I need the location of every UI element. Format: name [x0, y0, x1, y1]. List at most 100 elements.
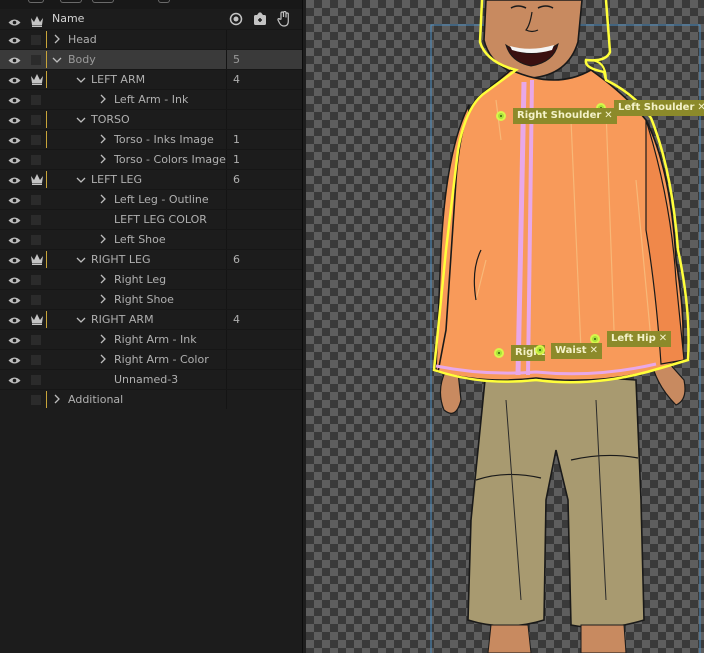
layer-row[interactable]: Unnamed-3 [0, 369, 303, 389]
crown-toggle[interactable] [31, 35, 41, 45]
layer-row[interactable]: LEFT LEG COLOR [0, 209, 303, 229]
layers-panel: Name Head Body 5 LEFT ARM 4 Left Arm - Ink TOR… [0, 0, 303, 653]
crown-icon[interactable] [30, 313, 44, 328]
puppet-stage[interactable]: Left Shoulder ✕ Right Shoulder ✕ Left Hip ✕… [306, 0, 704, 653]
layer-row[interactable]: Right Shoe [0, 289, 303, 309]
target-column-icon[interactable] [229, 11, 243, 30]
chevron-right-icon[interactable] [53, 34, 61, 47]
chevron-right-icon[interactable] [99, 294, 107, 307]
chevron-right-icon[interactable] [99, 274, 107, 287]
layer-row[interactable]: Right Arm - Ink [0, 329, 303, 349]
eye-icon[interactable] [8, 255, 21, 268]
chevron-down-icon[interactable] [76, 254, 86, 267]
eye-icon[interactable] [8, 115, 21, 128]
layer-row[interactable]: RIGHT ARM 4 [0, 309, 303, 329]
eye-icon[interactable] [8, 195, 21, 208]
layer-row[interactable]: Right Leg [0, 269, 303, 289]
eye-icon[interactable] [8, 275, 21, 288]
chevron-right-icon[interactable] [53, 394, 61, 407]
layer-row[interactable]: Left Leg - Outline [0, 189, 303, 209]
chevron-down-icon[interactable] [76, 174, 86, 187]
warp-column-icon[interactable] [253, 11, 267, 30]
layer-row[interactable]: Body 5 [0, 49, 303, 69]
chevron-right-icon[interactable] [99, 354, 107, 367]
right-shoulder-close-icon[interactable]: ✕ [604, 110, 612, 121]
layer-row[interactable]: TORSO [0, 109, 303, 129]
right-hip-handle[interactable] [494, 348, 504, 358]
eye-icon[interactable] [8, 35, 21, 48]
chevron-right-icon[interactable] [99, 194, 107, 207]
crown-toggle[interactable] [31, 135, 41, 145]
column-divider [226, 130, 227, 149]
crown-toggle[interactable] [31, 375, 41, 385]
eye-icon[interactable] [8, 175, 21, 188]
layer-row[interactable]: Torso - Inks Image 1 [0, 129, 303, 149]
layer-name: Right Arm - Color [114, 353, 209, 366]
crown-toggle[interactable] [31, 275, 41, 285]
layer-row[interactable]: Additional [0, 389, 303, 409]
chevron-right-icon[interactable] [99, 154, 107, 167]
layer-row[interactable]: RIGHT LEG 6 [0, 249, 303, 269]
crown-toggle[interactable] [31, 195, 41, 205]
eye-icon[interactable] [8, 375, 21, 388]
layer-row[interactable]: LEFT LEG 6 [0, 169, 303, 189]
chevron-right-icon[interactable] [99, 94, 107, 107]
panel-toolbar-strip [0, 0, 303, 9]
column-divider [226, 310, 227, 329]
crown-toggle[interactable] [31, 215, 41, 225]
crown-toggle[interactable] [31, 295, 41, 305]
waist-handle[interactable] [535, 345, 545, 355]
eye-icon[interactable] [8, 55, 21, 68]
group-color-bar [46, 251, 47, 268]
chevron-down-icon[interactable] [76, 314, 86, 327]
eye-icon[interactable] [8, 215, 21, 228]
crown-toggle[interactable] [31, 235, 41, 245]
crown-icon[interactable] [30, 253, 44, 268]
left-hip-handle-tag[interactable]: Left Hip ✕ [607, 331, 672, 347]
crown-toggle[interactable] [31, 355, 41, 365]
eye-icon[interactable] [8, 355, 21, 368]
left-hip-close-icon[interactable]: ✕ [659, 333, 667, 344]
eye-icon[interactable] [8, 235, 21, 248]
layer-name: Right Shoe [114, 293, 174, 306]
column-divider [226, 290, 227, 309]
chevron-down-icon[interactable] [76, 74, 86, 87]
hand-column-icon[interactable] [277, 10, 291, 31]
left-shoulder-handle-tag[interactable]: Left Shoulder ✕ [614, 100, 704, 116]
eye-icon[interactable] [8, 155, 21, 168]
eye-icon[interactable] [8, 135, 21, 148]
eye-icon[interactable] [8, 335, 21, 348]
eye-icon[interactable] [8, 75, 21, 88]
layer-row[interactable]: Head [0, 29, 303, 49]
crown-toggle[interactable] [31, 55, 41, 65]
layer-row[interactable]: Left Shoe [0, 229, 303, 249]
eye-icon[interactable] [8, 295, 21, 308]
layer-row[interactable]: Right Arm - Color [0, 349, 303, 369]
layer-row[interactable]: LEFT ARM 4 [0, 69, 303, 89]
crown-icon[interactable] [30, 173, 44, 188]
crown-toggle[interactable] [31, 395, 41, 405]
name-column-header[interactable]: Name [52, 12, 84, 25]
right-shoulder-handle-tag[interactable]: Right Shoulder ✕ [513, 108, 617, 124]
crown-toggle[interactable] [31, 155, 41, 165]
panel-divider[interactable] [302, 0, 303, 653]
right-shoulder-handle[interactable] [496, 111, 506, 121]
chevron-down-icon[interactable] [76, 114, 86, 127]
chevron-right-icon[interactable] [99, 234, 107, 247]
column-divider [226, 110, 227, 129]
layer-row[interactable]: Torso - Colors Image 1 [0, 149, 303, 169]
crown-toggle[interactable] [31, 95, 41, 105]
chevron-down-icon[interactable] [52, 54, 62, 67]
waist-close-icon[interactable]: ✕ [590, 345, 598, 356]
left-shoulder-close-icon[interactable]: ✕ [697, 102, 704, 113]
waist-handle-tag[interactable]: Waist ✕ [551, 343, 602, 359]
chevron-right-icon[interactable] [99, 334, 107, 347]
layer-row[interactable]: Left Arm - Ink [0, 89, 303, 109]
chevron-right-icon[interactable] [99, 134, 107, 147]
eye-icon[interactable] [8, 95, 21, 108]
crown-icon[interactable] [30, 73, 44, 88]
crown-toggle[interactable] [31, 115, 41, 125]
crown-toggle[interactable] [31, 335, 41, 345]
layer-name: Right Arm - Ink [114, 333, 197, 346]
eye-icon[interactable] [8, 315, 21, 328]
